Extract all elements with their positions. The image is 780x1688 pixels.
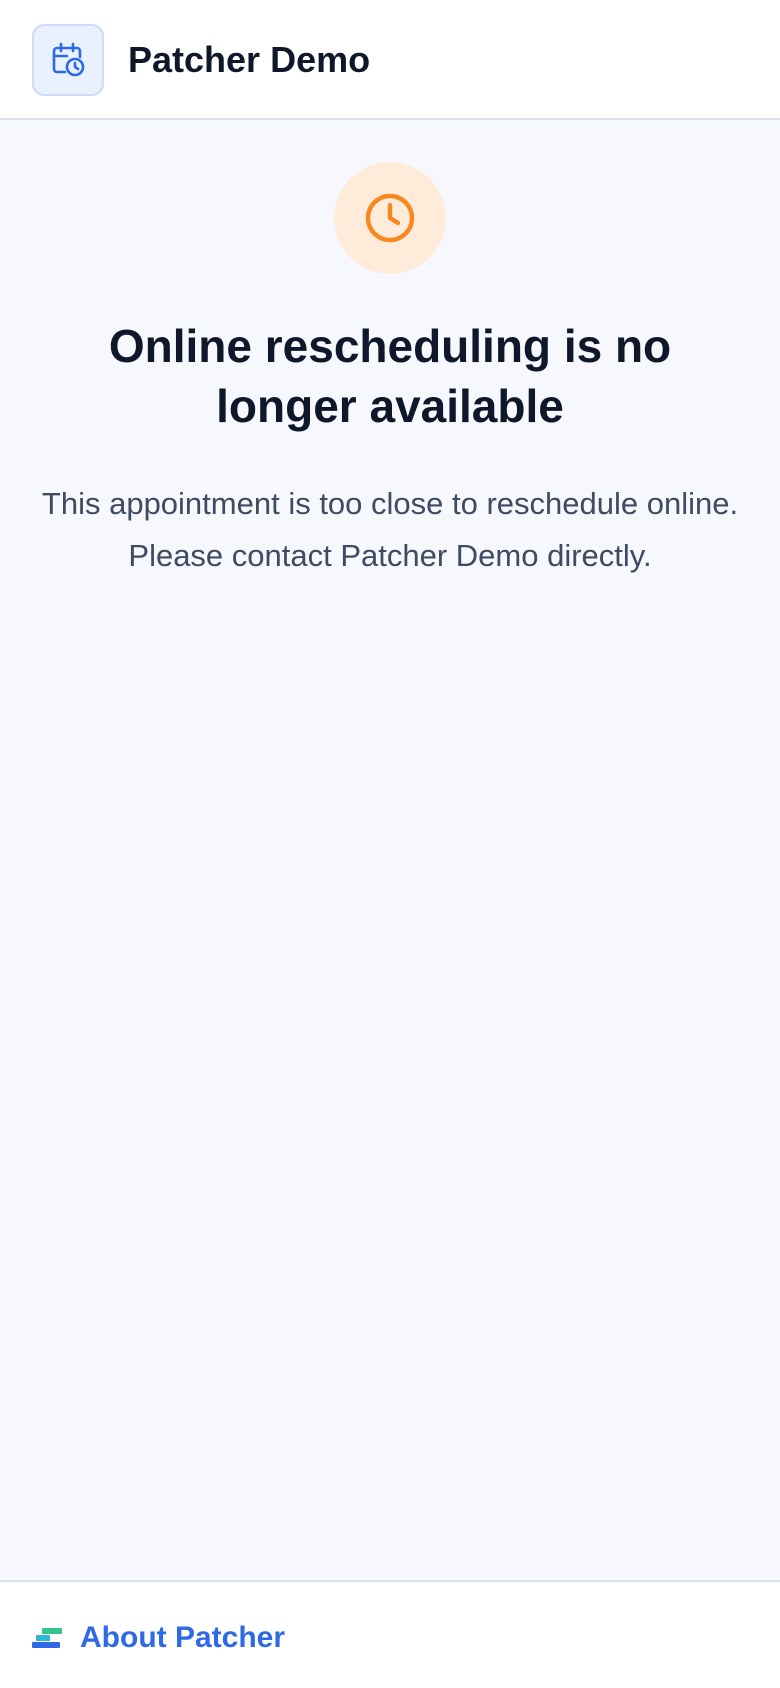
- calendar-clock-icon: [32, 24, 104, 96]
- clock-icon: [334, 162, 446, 274]
- about-patcher-link[interactable]: About Patcher: [32, 1618, 285, 1658]
- app-footer: About Patcher: [0, 1580, 780, 1688]
- status-message: This appointment is too close to resched…: [41, 486, 739, 573]
- about-link-label: About Patcher: [80, 1621, 286, 1654]
- page-title: Online rescheduling is no longer availab…: [108, 320, 672, 432]
- patcher-logo-icon: [32, 1628, 62, 1648]
- main-content: Online rescheduling is no longer availab…: [0, 120, 780, 1580]
- brand-name: Patcher Demo: [128, 39, 371, 80]
- app-header: Patcher Demo: [0, 0, 780, 120]
